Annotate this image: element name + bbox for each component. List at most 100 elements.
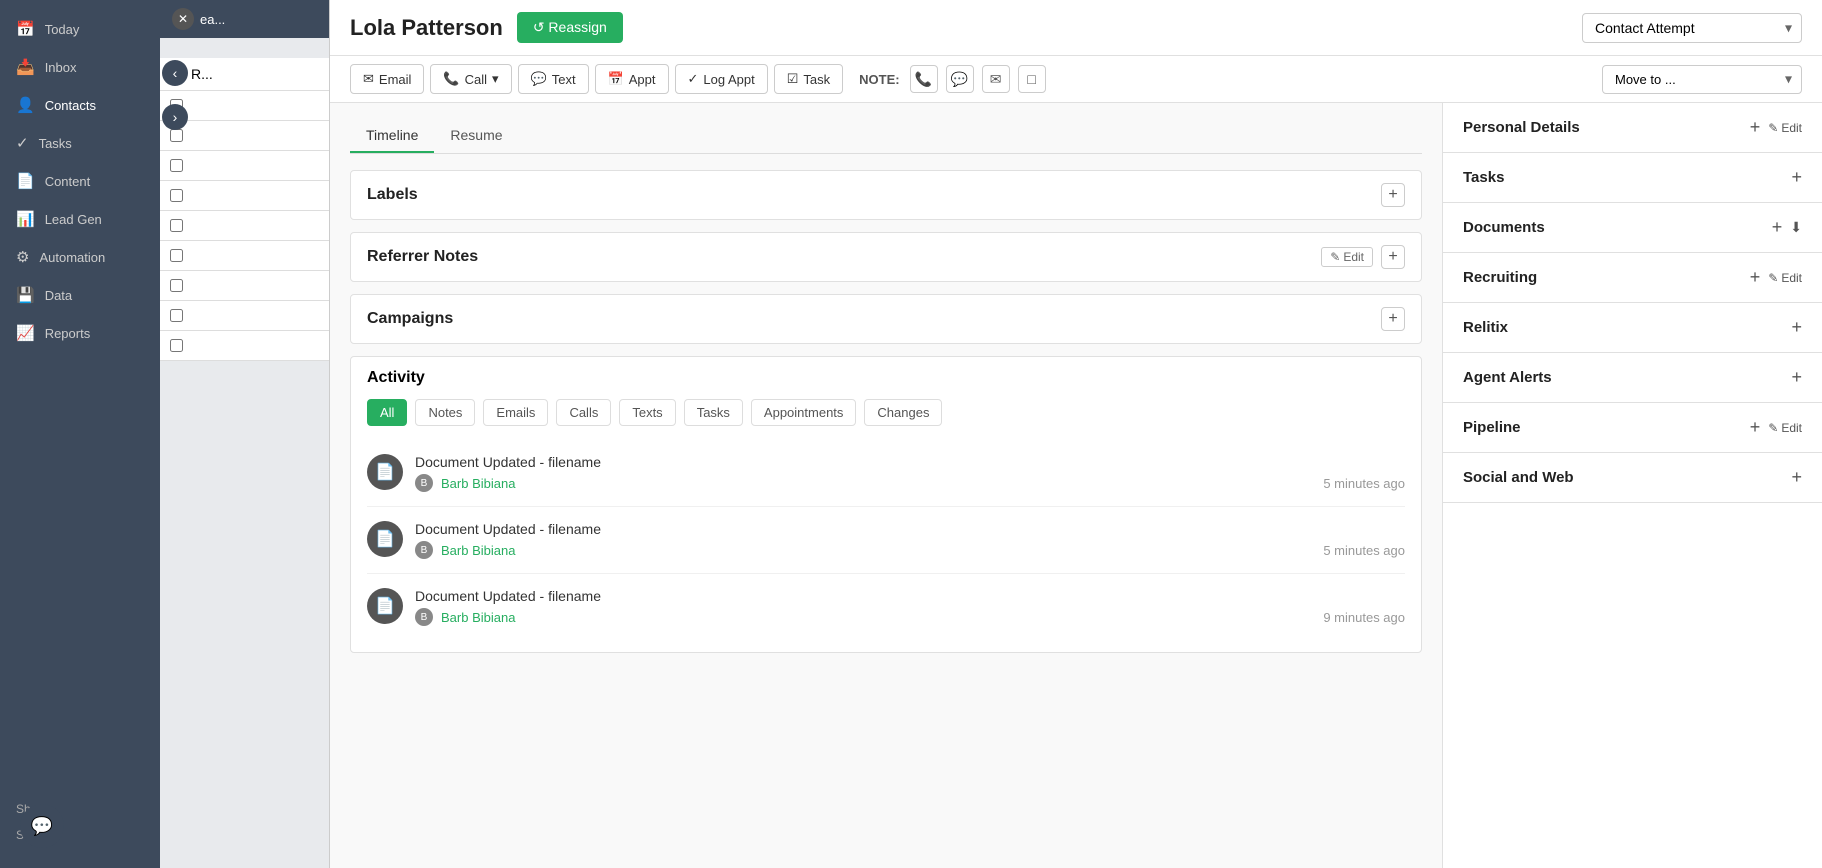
sidebar-label-contacts: Contacts bbox=[45, 98, 96, 113]
referrer-notes-edit-button[interactable]: ✎ Edit bbox=[1321, 247, 1373, 267]
sidebar-item-contacts[interactable]: 👤 Contacts bbox=[0, 86, 160, 124]
nav-next-button[interactable]: › bbox=[162, 104, 188, 130]
note-other-icon[interactable]: □ bbox=[1018, 65, 1046, 93]
personal-details-add-button[interactable]: + bbox=[1750, 117, 1761, 138]
sidebar-item-leadgen[interactable]: 📊 Lead Gen bbox=[0, 200, 160, 238]
filter-texts[interactable]: Texts bbox=[619, 399, 675, 426]
personal-details-edit-button[interactable]: ✎ Edit bbox=[1768, 121, 1802, 135]
recruiting-add-button[interactable]: + bbox=[1750, 267, 1761, 288]
appt-button[interactable]: 📅 Appt bbox=[595, 64, 669, 94]
filter-notes[interactable]: Notes bbox=[415, 399, 475, 426]
list-row-checkbox[interactable] bbox=[170, 249, 183, 262]
text-icon: 💬 bbox=[531, 71, 547, 87]
list-row-checkbox[interactable] bbox=[170, 219, 183, 232]
tab-resume[interactable]: Resume bbox=[434, 119, 518, 153]
sidebar-item-automation[interactable]: ⚙ Automation bbox=[0, 238, 160, 276]
list-row-checkbox[interactable] bbox=[170, 159, 183, 172]
activity-user-2[interactable]: Barb Bibiana bbox=[441, 543, 515, 558]
list-row-checkbox[interactable] bbox=[170, 129, 183, 142]
list-row[interactable] bbox=[160, 121, 329, 151]
documents-download-button[interactable]: ⬇ bbox=[1790, 219, 1802, 236]
list-row[interactable] bbox=[160, 331, 329, 361]
nav-prev-button[interactable]: ‹ bbox=[162, 60, 188, 86]
activity-user-1[interactable]: Barb Bibiana bbox=[441, 476, 515, 491]
documents-add-button[interactable]: + bbox=[1772, 217, 1783, 238]
recruiting-edit-button[interactable]: ✎ Edit bbox=[1768, 271, 1802, 285]
sidebar-item-data[interactable]: 💾 Data bbox=[0, 276, 160, 314]
today-icon: 📅 bbox=[16, 20, 35, 38]
campaigns-section: Campaigns + bbox=[350, 294, 1422, 344]
note-chat-icon[interactable]: 💬 bbox=[946, 65, 974, 93]
filter-appointments[interactable]: Appointments bbox=[751, 399, 857, 426]
activity-user-3[interactable]: Barb Bibiana bbox=[441, 610, 515, 625]
tab-timeline[interactable]: Timeline bbox=[350, 119, 434, 153]
labels-title: Labels bbox=[367, 186, 418, 204]
sidebar-item-reports[interactable]: 📈 Reports bbox=[0, 314, 160, 352]
right-tasks-actions: + bbox=[1791, 167, 1802, 188]
right-pipeline-header: Pipeline + ✎ Edit bbox=[1463, 417, 1802, 438]
agent-alerts-add-button[interactable]: + bbox=[1791, 367, 1802, 388]
edit-icon: ✎ bbox=[1330, 250, 1340, 264]
referrer-notes-section: Referrer Notes ✎ Edit + bbox=[350, 232, 1422, 282]
list-row-checkbox[interactable] bbox=[170, 339, 183, 352]
right-agent-alerts: Agent Alerts + bbox=[1443, 353, 1822, 403]
leadgen-icon: 📊 bbox=[16, 210, 35, 228]
sidebar-item-content[interactable]: 📄 Content bbox=[0, 162, 160, 200]
list-row-checkbox[interactable] bbox=[170, 309, 183, 322]
list-row-checkbox[interactable] bbox=[170, 279, 183, 292]
sidebar-item-today[interactable]: 📅 Today bbox=[0, 10, 160, 48]
right-documents-actions: + ⬇ bbox=[1772, 217, 1802, 238]
move-to-wrapper: Move to ... bbox=[1602, 65, 1802, 94]
sidebar-item-tasks[interactable]: ✓ Tasks bbox=[0, 124, 160, 162]
filter-all[interactable]: All bbox=[367, 399, 407, 426]
list-row[interactable] bbox=[160, 211, 329, 241]
activity-title-2: Document Updated - filename bbox=[415, 521, 1405, 537]
call-button[interactable]: 📞 Call ▾ bbox=[430, 64, 511, 94]
email-icon: ✉ bbox=[363, 71, 374, 87]
right-tasks: Tasks + bbox=[1443, 153, 1822, 203]
pipeline-add-button[interactable]: + bbox=[1750, 417, 1761, 438]
list-row[interactable] bbox=[160, 271, 329, 301]
activity-doc-icon-1: 📄 bbox=[367, 454, 403, 490]
filter-calls[interactable]: Calls bbox=[556, 399, 611, 426]
email-button[interactable]: ✉ Email bbox=[350, 64, 424, 94]
right-documents-title: Documents bbox=[1463, 219, 1545, 236]
task-button[interactable]: ☑ Task bbox=[774, 64, 843, 94]
list-row[interactable] bbox=[160, 181, 329, 211]
right-agent-alerts-actions: + bbox=[1791, 367, 1802, 388]
tasks-add-button[interactable]: + bbox=[1791, 167, 1802, 188]
reassign-button[interactable]: ↺ Reassign bbox=[517, 12, 623, 43]
right-personal-details-header: Personal Details + ✎ Edit bbox=[1463, 117, 1802, 138]
list-row-checkbox[interactable] bbox=[170, 189, 183, 202]
note-email-icon[interactable]: ✉ bbox=[982, 65, 1010, 93]
sidebar-label-data: Data bbox=[45, 288, 72, 303]
move-to-select[interactable]: Move to ... bbox=[1602, 65, 1802, 94]
activity-time-1: 5 minutes ago bbox=[1323, 476, 1405, 491]
sidebar-label-leadgen: Lead Gen bbox=[45, 212, 102, 227]
activity-meta-2: B Barb Bibiana 5 minutes ago bbox=[415, 541, 1405, 559]
filter-changes[interactable]: Changes bbox=[864, 399, 942, 426]
activity-item: 📄 Document Updated - filename B Barb Bib… bbox=[367, 440, 1405, 507]
list-row[interactable] bbox=[160, 151, 329, 181]
list-row[interactable] bbox=[160, 301, 329, 331]
relitix-add-button[interactable]: + bbox=[1791, 317, 1802, 338]
text-button[interactable]: 💬 Text bbox=[518, 64, 589, 94]
referrer-notes-add-button[interactable]: + bbox=[1381, 245, 1405, 269]
right-pipeline-title: Pipeline bbox=[1463, 419, 1521, 436]
social-web-add-button[interactable]: + bbox=[1791, 467, 1802, 488]
labels-add-button[interactable]: + bbox=[1381, 183, 1405, 207]
note-call-icon[interactable]: 📞 bbox=[910, 65, 938, 93]
right-personal-details: Personal Details + ✎ Edit bbox=[1443, 103, 1822, 153]
activity-title-3: Document Updated - filename bbox=[415, 588, 1405, 604]
list-row[interactable] bbox=[160, 241, 329, 271]
pipeline-edit-button[interactable]: ✎ Edit bbox=[1768, 421, 1802, 435]
sidebar-item-inbox[interactable]: 📥 Inbox bbox=[0, 48, 160, 86]
close-panel-button[interactable]: ✕ bbox=[172, 8, 194, 30]
activity-item: 📄 Document Updated - filename B Barb Bib… bbox=[367, 574, 1405, 640]
filter-emails[interactable]: Emails bbox=[483, 399, 548, 426]
filter-tasks[interactable]: Tasks bbox=[684, 399, 743, 426]
log-appt-button[interactable]: ✓ Log Appt bbox=[675, 64, 768, 94]
status-dropdown[interactable]: Contact Attempt Active Closed bbox=[1582, 13, 1802, 43]
chat-widget[interactable]: 💬 bbox=[20, 804, 64, 848]
campaigns-add-button[interactable]: + bbox=[1381, 307, 1405, 331]
